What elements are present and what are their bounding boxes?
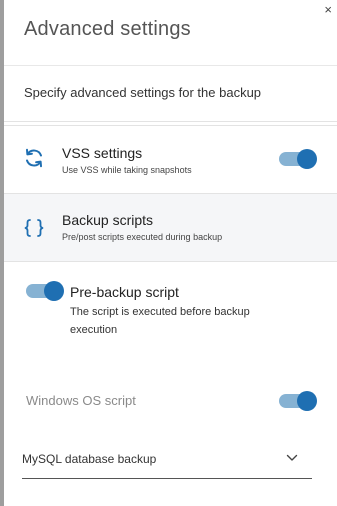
windows-os-script-toggle[interactable] (279, 391, 317, 411)
panel-header: Advanced settings × (4, 0, 337, 66)
script-select[interactable]: MySQL database backup (22, 439, 312, 479)
pre-backup-title: Pre-backup script (70, 284, 179, 300)
vss-toggle[interactable] (279, 149, 317, 169)
advanced-settings-panel: Advanced settings × Specify advanced set… (4, 0, 337, 506)
pre-backup-description: The script is executed before backup exe… (70, 306, 250, 336)
panel-title: Advanced settings (24, 18, 191, 40)
script-select-value: MySQL database backup (22, 452, 157, 466)
vss-settings-row: VSS settings Use VSS while taking snapsh… (4, 126, 337, 194)
vss-settings-description: Use VSS while taking snapshots (62, 165, 192, 175)
pre-backup-script-section: Pre-backup script The script is executed… (4, 262, 337, 382)
close-icon[interactable]: × (324, 3, 332, 16)
pre-backup-toggle[interactable] (26, 281, 64, 301)
backup-scripts-description: Pre/post scripts executed during backup (62, 232, 223, 242)
sync-icon (22, 146, 46, 170)
toggle-knob (297, 391, 317, 411)
windows-os-script-label: Windows OS script (26, 393, 136, 408)
braces-icon (22, 216, 46, 240)
panel-subtitle: Specify advanced settings for the backup (24, 85, 262, 100)
backup-scripts-row[interactable]: Backup scripts Pre/post scripts executed… (4, 194, 337, 262)
backup-scripts-title: Backup scripts (62, 212, 154, 228)
vss-settings-title: VSS settings (62, 145, 143, 161)
panel-subtitle-area: Specify advanced settings for the backup (4, 66, 337, 122)
chevron-down-icon (286, 451, 298, 463)
toggle-knob (44, 281, 64, 301)
windows-os-script-row: Windows OS script (4, 382, 337, 434)
toggle-knob (297, 149, 317, 169)
